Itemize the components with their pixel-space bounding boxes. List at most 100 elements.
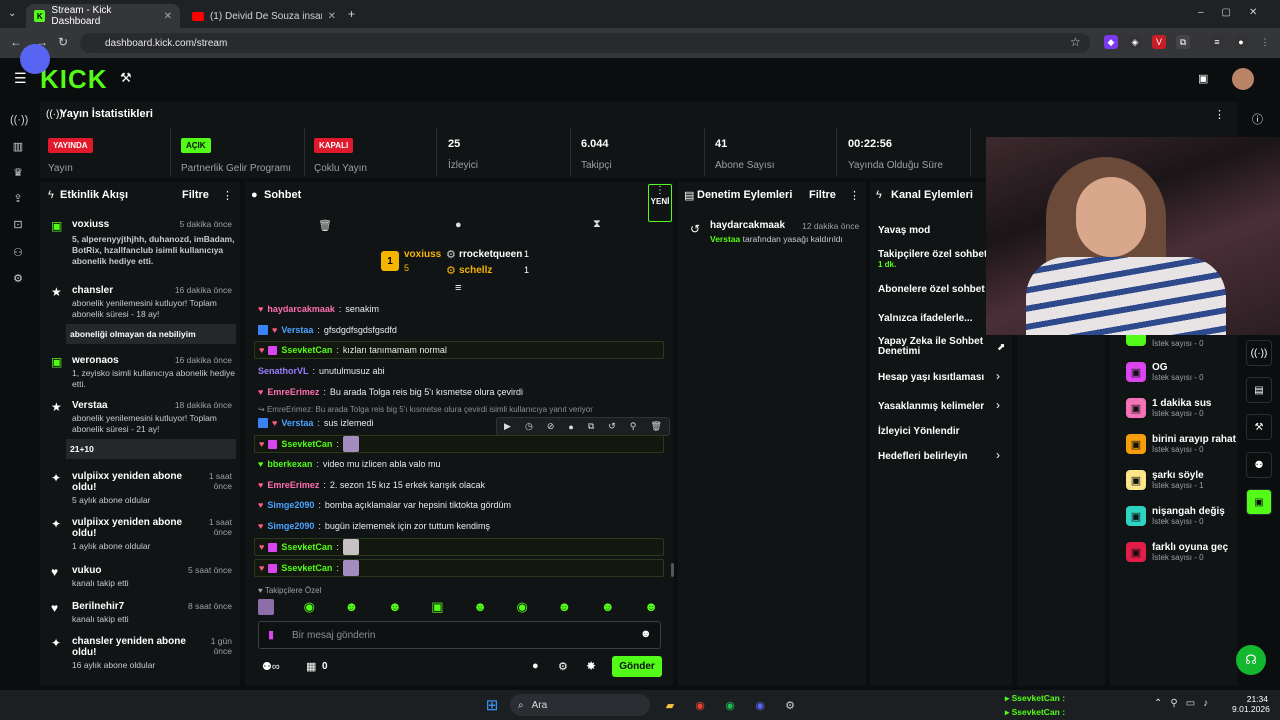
extension-v-icon[interactable]: V xyxy=(1152,35,1166,49)
chat-message[interactable]: ♥ Simge2090: bomba açıklamalar var hepsi… xyxy=(254,496,664,514)
trash-icon[interactable]: 🗑 xyxy=(318,219,332,232)
activity-filter-button[interactable]: Filtre xyxy=(182,189,209,201)
chat-message[interactable]: ♥ Verstaa: gfsdgdfsgdsfgsdfd xyxy=(254,321,664,339)
points-icon[interactable]: ⚉ xyxy=(1246,452,1272,478)
hamburger-menu-icon[interactable]: ☰ xyxy=(14,70,27,87)
stream-icon[interactable]: ((·)) xyxy=(10,114,28,130)
avatar[interactable] xyxy=(1232,68,1254,90)
app-icon[interactable]: ⚙ xyxy=(780,695,800,715)
star-burst-icon[interactable]: ✸ xyxy=(586,659,596,673)
system-tray-icons[interactable]: ⌃⚲▭♪ xyxy=(1154,698,1216,709)
tab-list-icon[interactable]: ⌄ xyxy=(8,8,16,19)
event-user[interactable]: chansler yeniden abone oldu! xyxy=(46,636,186,658)
chat-icon[interactable]: ● xyxy=(568,422,573,432)
chat-username[interactable]: EmreErimez xyxy=(267,387,319,397)
kick-logo[interactable]: KICK xyxy=(40,64,108,95)
chat-message[interactable]: SenathorVL: unutulmusuz abi xyxy=(254,362,664,380)
taskbar-search[interactable]: ⌕ Ara xyxy=(510,694,650,716)
support-headset-icon[interactable]: ☊ xyxy=(1236,645,1266,675)
mod-target-user[interactable]: haydarcakmaak xyxy=(710,220,785,231)
chat-username[interactable]: SsevketCan xyxy=(281,563,332,573)
chat-username[interactable]: Simge2090 xyxy=(267,521,314,531)
upload-icon[interactable]: ⇪ xyxy=(10,192,26,208)
ai-moderation-toggle[interactable]: Yapay Zeka ile Sohbet Denetimi xyxy=(878,337,990,357)
emote-only-toggle[interactable]: Yalnızca ifadelerle... xyxy=(878,313,973,324)
tools-hammer-icon[interactable]: ⚒ xyxy=(120,70,132,86)
chevron-right-icon[interactable]: › xyxy=(996,369,1000,383)
chat-icon[interactable]: ● xyxy=(455,219,462,231)
emoji-icon[interactable]: ☻ xyxy=(640,628,652,640)
chevron-right-icon[interactable]: › xyxy=(996,398,1000,412)
close-tab-icon[interactable]: ✕ xyxy=(164,11,172,22)
tab-search-icon[interactable]: ≡ xyxy=(1210,35,1224,49)
leader-name[interactable]: schellz xyxy=(459,265,492,276)
chat-message[interactable]: ♥ EmreErimez: 2. sezon 15 kız 15 erkek k… xyxy=(254,476,664,494)
event-user[interactable]: vulpiixx yeniden abone oldu! xyxy=(46,517,186,539)
users-icon[interactable]: ⚇ xyxy=(10,246,26,262)
reward-item[interactable]: ▣ birini arayıp rahatsız et İstek sayısı… xyxy=(1126,434,1236,454)
gift-box-icon[interactable]: ▦ xyxy=(306,660,316,673)
event-user[interactable]: vulpiixx yeniden abone oldu! xyxy=(46,471,186,493)
emote[interactable]: ☻ xyxy=(388,599,402,617)
emote[interactable]: ◉ xyxy=(517,599,528,617)
back-icon[interactable]: ← xyxy=(10,35,22,49)
chat-message[interactable]: ♥ haydarcakmaak: senakim xyxy=(254,300,664,318)
reward-item[interactable]: ▣ şarkı söyle İstek sayısı - 1 xyxy=(1126,470,1236,490)
emote[interactable]: ◉ xyxy=(304,599,315,617)
stats-icon[interactable]: ▥ xyxy=(10,140,26,156)
new-tab-icon[interactable]: + xyxy=(348,7,355,21)
info-icon[interactable]: ⓘ xyxy=(1252,111,1263,127)
emote[interactable]: ☻ xyxy=(601,599,615,617)
hourglass-icon[interactable]: ⧗ xyxy=(593,218,601,231)
reward-item[interactable]: ▣ 1 dakika sus İstek sayısı - 0 xyxy=(1126,398,1236,418)
chat-username[interactable]: haydarcakmaak xyxy=(267,304,335,314)
ban-icon[interactable]: ⊘ xyxy=(547,421,555,432)
chat-username[interactable]: Simge2090 xyxy=(267,500,314,510)
kick-extension-icon[interactable]: ▣ xyxy=(1246,489,1272,515)
chat-message[interactable]: ♥ EmreErimez: Bu arada Tolga reis big 5'… xyxy=(254,383,664,401)
clock[interactable]: 21:34 9.01.2026 xyxy=(1232,694,1270,714)
spotify-icon[interactable]: ◉ xyxy=(720,695,740,715)
wrench-icon[interactable]: ⚒ xyxy=(1246,414,1272,440)
chat-username[interactable]: SsevketCan xyxy=(281,439,332,449)
send-button[interactable]: Gönder xyxy=(612,656,662,677)
layout-icon[interactable]: ▤ xyxy=(1246,377,1272,403)
discord-icon[interactable]: ◉ xyxy=(750,695,770,715)
timeout-icon[interactable]: ◷ xyxy=(525,421,533,432)
set-goals[interactable]: Hedefleri belirleyin xyxy=(878,451,967,462)
stats-menu-icon[interactable]: ⋮ xyxy=(1214,108,1225,121)
settings-gear-icon[interactable]: ⚙ xyxy=(558,660,568,673)
trophy-icon[interactable]: ♛ xyxy=(10,166,26,182)
chat-username[interactable]: SsevketCan xyxy=(281,542,332,552)
delete-icon[interactable]: 🗑 xyxy=(650,421,661,432)
chat-message[interactable]: ♥ SsevketCan: xyxy=(254,559,664,577)
followers-only-toggle[interactable]: Takipçilere özel sohbet xyxy=(878,249,990,260)
subscribers-only-toggle[interactable]: Abonelere özel sohbet xyxy=(878,284,985,295)
menu-kebab-icon[interactable]: ⋮ xyxy=(1258,35,1272,49)
slow-mode-toggle[interactable]: Yavaş mod xyxy=(878,225,930,236)
chat-username[interactable]: Verstaa xyxy=(281,418,313,428)
file-explorer-icon[interactable]: ▰ xyxy=(660,695,680,715)
mod-actor[interactable]: Verstaa xyxy=(710,234,740,244)
reward-item[interactable]: ▣ nişangah değiş İstek sayısı - 0 xyxy=(1126,506,1236,526)
chevron-right-icon[interactable]: › xyxy=(996,448,1000,462)
chat-username[interactable]: SenathorVL xyxy=(258,366,309,376)
emote[interactable] xyxy=(258,599,274,615)
banned-words[interactable]: Yasaklanmış kelimeler xyxy=(878,401,984,412)
moderation-filter-button[interactable]: Filtre xyxy=(809,189,836,201)
extensions-puzzle-icon[interactable]: ⧉ xyxy=(1176,35,1190,49)
chrome-icon[interactable]: ◉ xyxy=(690,695,710,715)
external-link-icon[interactable]: ⬈ xyxy=(997,342,1005,353)
extension-icon[interactable]: ◈ xyxy=(1128,35,1142,49)
emote[interactable]: ☻ xyxy=(345,599,359,617)
chat-username[interactable]: SsevketCan xyxy=(281,345,332,355)
tab-youtube[interactable]: (1) Deivid De Souza insane goa ✕ xyxy=(184,4,344,28)
pin-icon[interactable]: ⚲ xyxy=(630,421,637,432)
leader-name[interactable]: voxiuss xyxy=(404,249,441,260)
extension-icon[interactable]: ◆ xyxy=(1104,35,1118,49)
url-input[interactable]: dashboard.kick.com/stream xyxy=(80,33,1090,53)
chat-message[interactable]: ♥ Simge2090: bugün izlememek için zor tu… xyxy=(254,517,664,535)
moderation-menu-icon[interactable]: ⋮ xyxy=(849,189,860,202)
chat-bubble-icon[interactable]: ● xyxy=(532,660,539,672)
settings-gear-icon[interactable]: ⚙ xyxy=(10,272,26,288)
